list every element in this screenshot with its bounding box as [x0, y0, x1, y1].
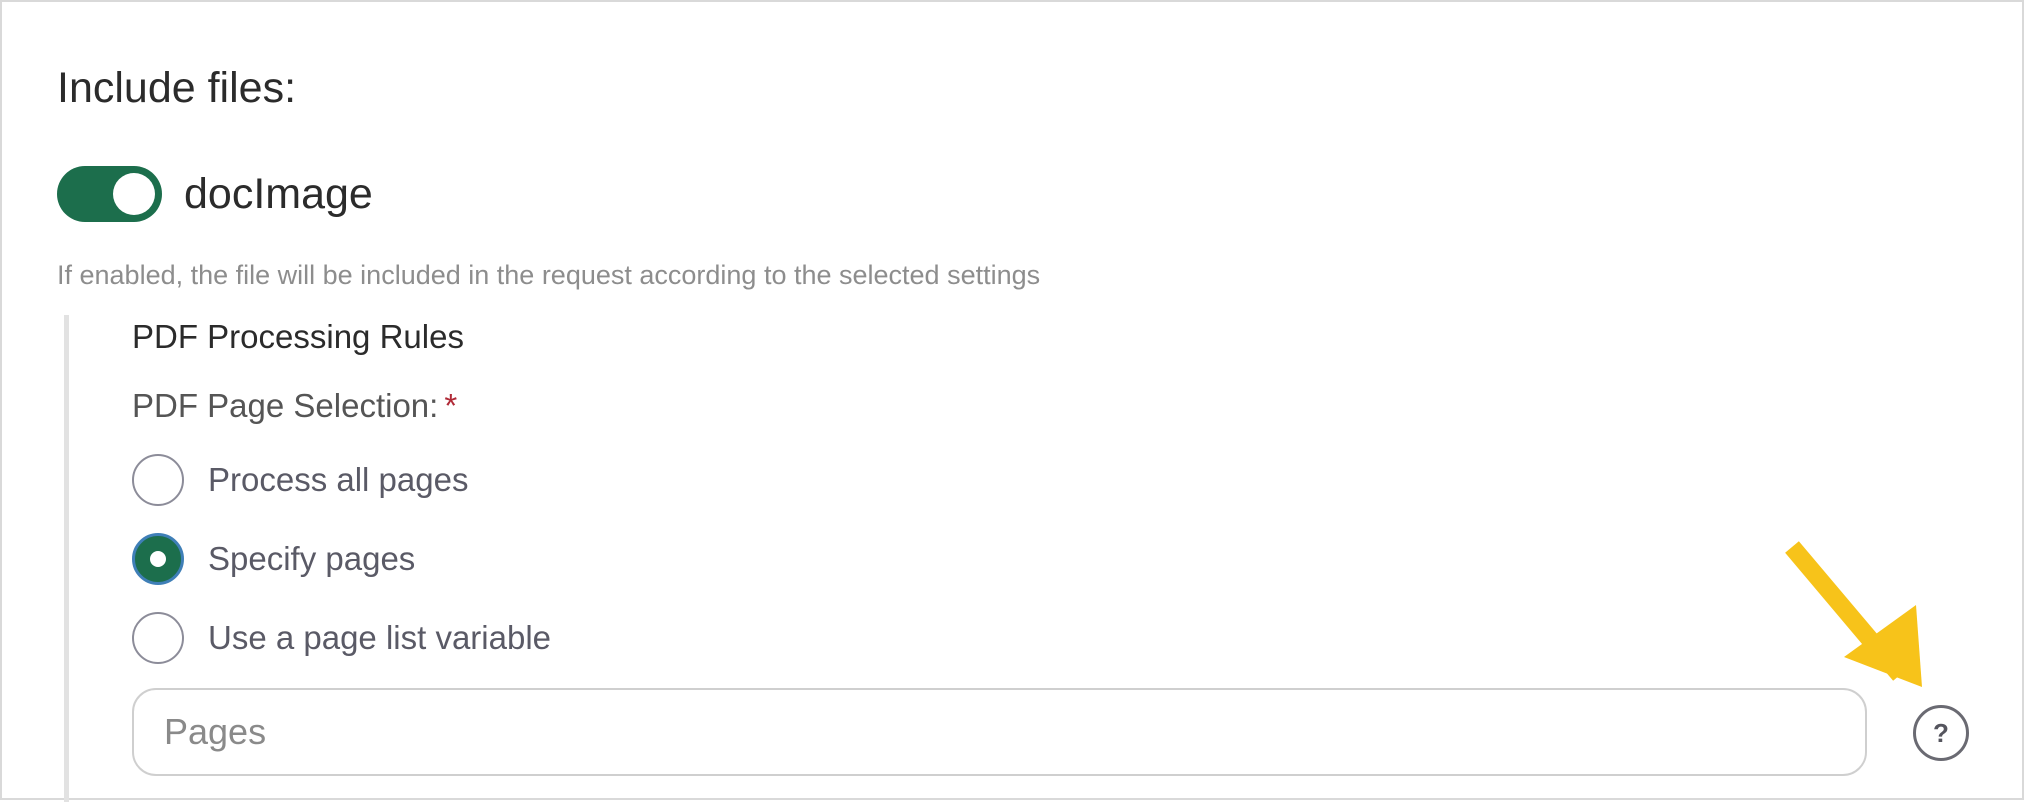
toggle-helper-text: If enabled, the file will be included in… — [57, 260, 1041, 290]
doc-image-toggle-row: docImage — [57, 166, 373, 222]
required-marker: * — [444, 387, 458, 424]
radio-label: Process all pages — [208, 461, 469, 498]
radio-button-selected[interactable] — [132, 533, 184, 585]
page-selection-label: PDF Page Selection: * — [132, 387, 457, 425]
question-mark-icon[interactable]: ? — [1913, 705, 1969, 761]
toggle-knob — [113, 173, 155, 215]
radio-process-all-pages[interactable]: Process all pages — [132, 454, 468, 506]
settings-panel: Include files: docImage If enabled, the … — [0, 0, 2024, 802]
radio-use-page-list-variable[interactable]: Use a page list variable — [132, 612, 551, 664]
pages-input[interactable] — [132, 688, 1867, 776]
doc-image-toggle-label: docImage — [184, 169, 373, 218]
radio-label: Use a page list variable — [208, 619, 552, 656]
radio-button[interactable] — [132, 612, 184, 664]
pdf-rules-heading: PDF Processing Rules — [132, 318, 464, 355]
indent-divider — [64, 315, 69, 802]
pointer-arrow-icon — [1785, 541, 1922, 687]
radio-button[interactable] — [132, 454, 184, 506]
include-files-heading: Include files: — [57, 64, 297, 112]
page-selection-label-text: PDF Page Selection: — [132, 387, 439, 424]
radio-specify-pages[interactable]: Specify pages — [132, 533, 415, 585]
doc-image-toggle[interactable] — [57, 166, 162, 222]
radio-label: Specify pages — [208, 540, 416, 577]
